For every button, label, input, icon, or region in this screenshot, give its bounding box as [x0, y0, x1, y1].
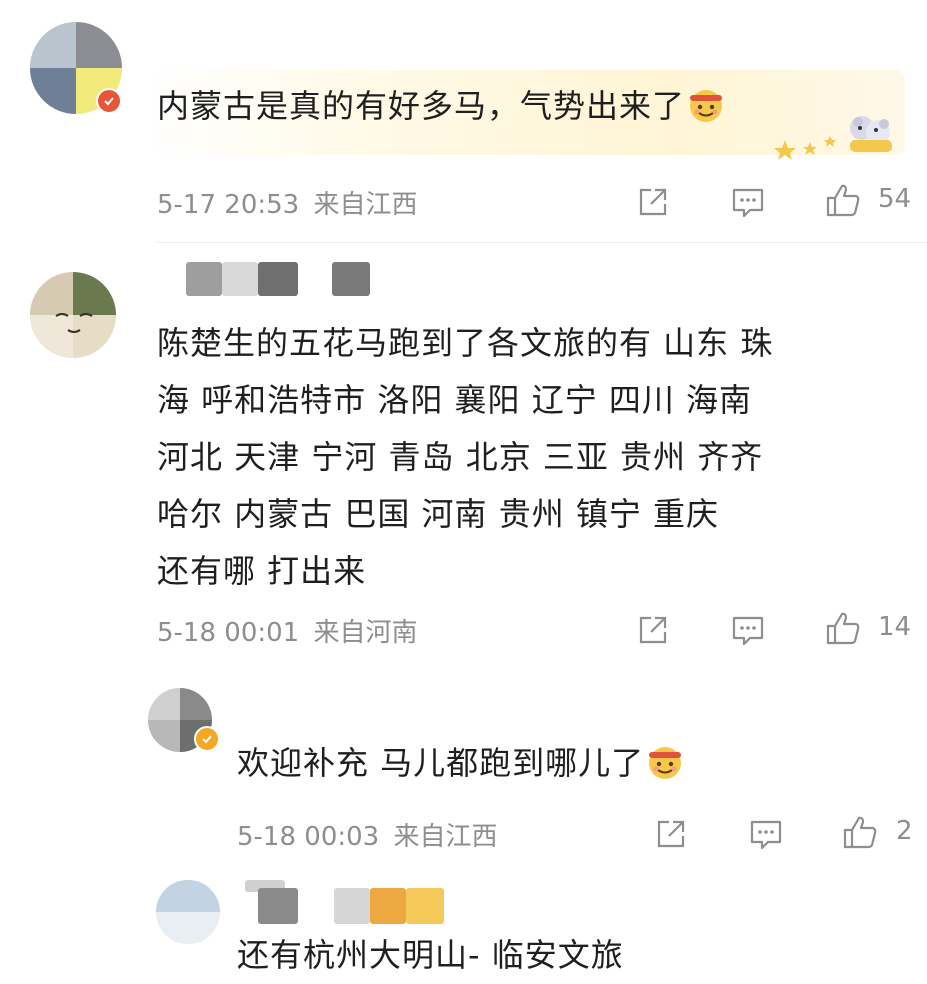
share-icon[interactable] [633, 610, 673, 650]
share-icon[interactable] [633, 182, 673, 222]
comment-text: 还有杭州大明山- 临安文旅 [237, 936, 624, 974]
reply-icon[interactable] [746, 814, 786, 854]
bubble-decoration-icon [770, 100, 900, 160]
avatar[interactable] [156, 880, 220, 944]
like-icon[interactable] [823, 608, 863, 648]
comment-meta: 5-17 20:53 来自江西 [157, 184, 417, 221]
location: 来自江西 [313, 190, 418, 220]
comment-text: 内蒙古是真的有好多马，气势出来了 [157, 78, 725, 135]
location: 来自河南 [313, 618, 418, 648]
like-icon[interactable] [823, 180, 863, 220]
comment-line: 陈楚生的五花马跑到了各文旅的有 山东 珠 [157, 324, 774, 362]
location: 来自江西 [393, 822, 498, 852]
like-icon[interactable] [840, 812, 880, 852]
comment-text: 欢迎补充 马儿都跑到哪儿了 [237, 735, 684, 792]
comment-line: 海 呼和浩特市 洛阳 襄阳 辽宁 四川 海南 [157, 381, 753, 419]
like-count: 2 [896, 816, 913, 846]
comment-line: 哈尔 内蒙古 巴国 河南 贵州 镇宁 重庆 [157, 495, 720, 533]
like-count: 54 [878, 184, 912, 214]
timestamp: 5-17 20:53 [157, 190, 300, 220]
comment-meta: 5-18 00:03 来自江西 [237, 816, 497, 853]
comment-text: 陈楚生的五花马跑到了各文旅的有 山东 珠 海 呼和浩特市 洛阳 襄阳 辽宁 四川… [157, 315, 773, 600]
avatar[interactable] [30, 272, 116, 358]
comment-line: 还有哪 打出来 [157, 552, 367, 590]
reply-icon[interactable] [728, 610, 768, 650]
timestamp: 5-18 00:03 [237, 822, 380, 852]
comment-line: 河北 天津 宁河 青岛 北京 三亚 贵州 齐齐 [157, 438, 764, 476]
timestamp: 5-18 00:01 [157, 618, 300, 648]
verified-badge-icon [96, 88, 122, 114]
smile-headband-emoji [687, 85, 725, 123]
comment-meta: 5-18 00:01 来自河南 [157, 612, 417, 649]
reply-icon[interactable] [728, 182, 768, 222]
like-count: 14 [878, 612, 912, 642]
smile-headband-emoji [646, 742, 684, 780]
divider [157, 242, 927, 243]
share-icon[interactable] [651, 814, 691, 854]
verified-badge-icon [194, 726, 220, 752]
